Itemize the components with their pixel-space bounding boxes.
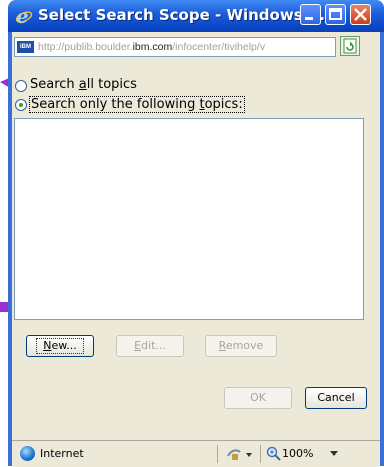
security-zone-label: Internet [40, 447, 84, 460]
zoom-dropdown-icon[interactable] [330, 451, 338, 457]
minimize-button[interactable] [300, 4, 321, 25]
topics-listbox[interactable] [14, 118, 364, 320]
status-separator [260, 445, 261, 463]
site-favicon-icon: IBM [17, 41, 34, 53]
cancel-button[interactable]: Cancel [305, 387, 367, 409]
dialog-body: IBM http://publib.boulder.ibm.com/infoce… [12, 32, 380, 467]
zoom-icon[interactable] [266, 446, 281, 461]
status-bar: Internet 100% [12, 440, 380, 467]
zoom-level[interactable]: 100% [282, 447, 313, 460]
title-bar[interactable]: e Select Search Scope - Windows ... [8, 0, 384, 32]
remove-button[interactable]: Remove [205, 335, 277, 357]
close-icon [354, 8, 367, 21]
search-all-topics-radio[interactable] [15, 80, 27, 92]
page-refresh-icon [343, 38, 357, 54]
close-button[interactable] [350, 4, 371, 25]
new-button[interactable]: New... [26, 335, 94, 357]
edit-button[interactable]: Edit... [116, 335, 184, 357]
maximize-icon [329, 8, 342, 20]
search-following-topics-radio[interactable] [15, 99, 27, 111]
ok-button[interactable]: OK [224, 387, 292, 409]
compatibility-view-button[interactable] [340, 36, 360, 56]
search-all-topics-label[interactable]: Search all topics [30, 77, 137, 92]
dialog-window: e Select Search Scope - Windows ... IBM … [8, 0, 384, 467]
search-following-topics-label[interactable]: Search only the following topics: [29, 96, 245, 113]
status-separator [217, 445, 218, 463]
address-url: http://publib.boulder.ibm.com/infocenter… [38, 41, 266, 53]
address-bar[interactable]: IBM http://publib.boulder.ibm.com/infoce… [14, 37, 336, 57]
protected-mode-icon[interactable] [226, 446, 256, 462]
radio-selected-dot [19, 103, 23, 107]
minimize-icon [305, 17, 313, 20]
maximize-button[interactable] [325, 4, 346, 25]
internet-zone-icon [20, 446, 35, 461]
internet-explorer-icon: e [15, 6, 33, 26]
window-title: Select Search Scope - Windows ... [38, 6, 325, 24]
